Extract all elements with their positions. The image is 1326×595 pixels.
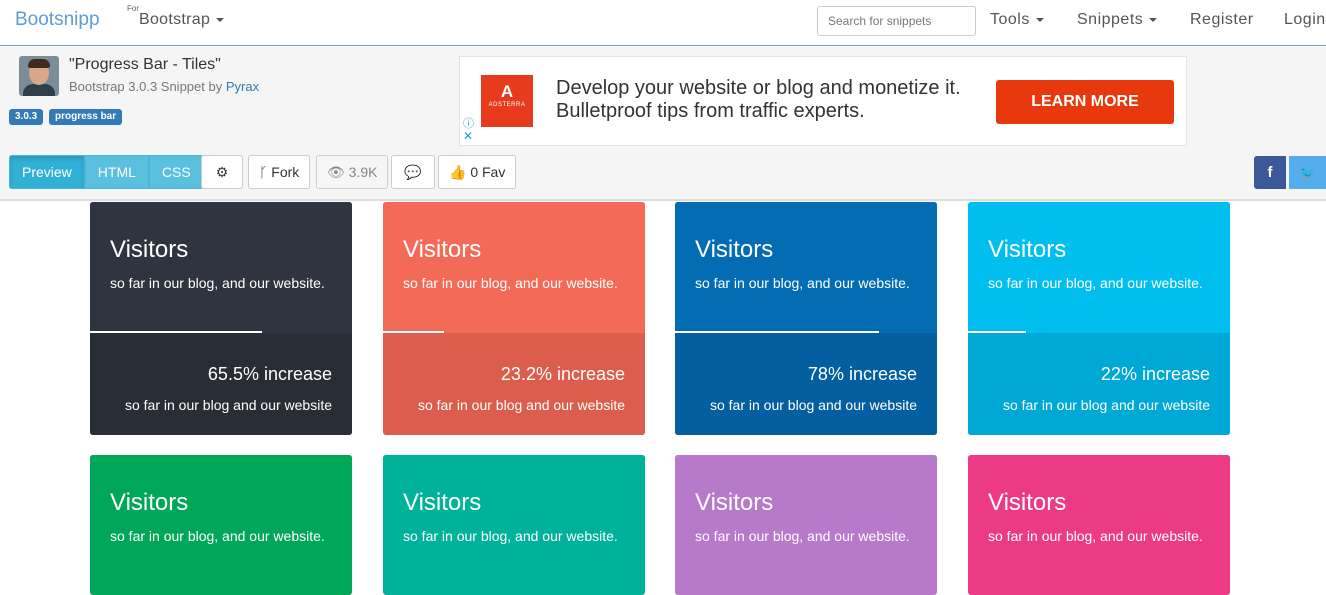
snippet-subtitle: Bootstrap 3.0.3 Snippet by Pyrax: [69, 79, 259, 94]
tile-percent: 65.5% increase: [207, 364, 332, 384]
learn-more-button[interactable]: LEARN MORE: [996, 80, 1174, 124]
tile-title: Visitors: [110, 489, 189, 516]
snippets-dropdown[interactable]: Snippets: [1077, 11, 1158, 29]
tile-footer: so far in our blog and our website: [124, 397, 332, 413]
tile-8: Visitors so far in our blog, and our web…: [968, 455, 1230, 595]
tile-title: Visitors: [695, 236, 774, 263]
register-link[interactable]: Register: [1190, 11, 1254, 29]
tile-top: Visitors so far in our blog, and our web…: [90, 202, 352, 333]
tile-subtitle: so far in our blog, and our website.: [988, 528, 1203, 544]
tools-label: Tools: [990, 11, 1030, 28]
tile-bottom: 65.5% increase so far in our blog and ou…: [90, 333, 352, 435]
ad-logo-brand: ADSTERRA: [488, 102, 526, 108]
caret-down-icon: [216, 17, 225, 22]
tag-progress-bar[interactable]: progress bar: [49, 109, 123, 125]
fav-button[interactable]: 👍 0 Fav: [438, 155, 517, 189]
caret-down-icon: [1149, 17, 1158, 22]
tile-top: Visitors so far in our blog, and our web…: [383, 202, 645, 333]
tile-title: Visitors: [110, 236, 189, 263]
tab-css[interactable]: CSS: [148, 155, 204, 189]
facebook-icon: f: [1267, 164, 1273, 181]
for-label: For: [127, 4, 139, 13]
tile-title: Visitors: [988, 489, 1067, 516]
tile-bottom: 23.2% increase so far in our blog and ou…: [383, 333, 645, 435]
tile-bottom: 78% increase so far in our blog and our …: [675, 333, 937, 435]
fork-button[interactable]: ᚴ Fork: [248, 155, 311, 189]
views-count: 3.9K: [348, 164, 378, 180]
avatar-body: [23, 84, 55, 96]
tile-title: Visitors: [988, 236, 1067, 263]
tile-top: Visitors so far in our blog, and our web…: [968, 202, 1230, 333]
tab-html[interactable]: HTML: [84, 155, 149, 189]
tile-title: Visitors: [695, 489, 774, 516]
login-link[interactable]: Login: [1284, 11, 1326, 29]
tile-top: Visitors so far in our blog, and our web…: [968, 455, 1230, 586]
tile-7: Visitors so far in our blog, and our web…: [675, 455, 937, 595]
ad-logo-letter: A: [500, 82, 514, 101]
tile-footer: so far in our blog and our website: [1002, 397, 1210, 413]
tab-preview[interactable]: Preview: [9, 155, 85, 189]
author-avatar[interactable]: [19, 56, 59, 96]
tile-top: Visitors so far in our blog, and our web…: [383, 455, 645, 586]
ad-banner[interactable]: A ADSTERRA Develop your website or blog …: [459, 56, 1187, 146]
tile-percent: 23.2% increase: [500, 364, 625, 384]
eye-icon: 👁: [327, 164, 345, 180]
tile-top: Visitors so far in our blog, and our web…: [675, 202, 937, 333]
tile-subtitle: so far in our blog, and our website.: [695, 275, 910, 291]
tools-dropdown[interactable]: Tools: [990, 11, 1044, 29]
search-input[interactable]: [817, 6, 976, 36]
tile-subtitle: so far in our blog, and our website.: [403, 275, 618, 291]
tile-percent: 78% increase: [807, 364, 917, 384]
snippet-header: "Progress Bar - Tiles" Bootstrap 3.0.3 S…: [0, 47, 1326, 201]
framework-label: Bootstrap: [139, 11, 211, 28]
thumbs-up-icon: 👍: [449, 164, 467, 180]
snippets-label: Snippets: [1077, 11, 1144, 28]
tile-3: Visitors so far in our blog, and our web…: [675, 202, 937, 435]
tile-subtitle: so far in our blog, and our website.: [110, 528, 325, 544]
settings-button[interactable]: ⚙: [201, 155, 243, 189]
tile-5: Visitors so far in our blog, and our web…: [90, 455, 352, 595]
brand-logo[interactable]: Bootsnipp: [15, 9, 100, 31]
tile-title: Visitors: [403, 489, 482, 516]
tile-title: Visitors: [403, 236, 482, 263]
adsterra-logo: A ADSTERRA: [481, 75, 533, 127]
facebook-share-button[interactable]: f: [1254, 156, 1286, 189]
twitter-share-button[interactable]: 🐦: [1289, 156, 1326, 189]
tile-subtitle: so far in our blog, and our website.: [988, 275, 1203, 291]
top-navbar: Bootsnipp For Bootstrap Tools Snippets R…: [0, 0, 1326, 46]
tile-footer: so far in our blog and our website: [417, 397, 625, 413]
ad-close-icon[interactable]: ✕: [463, 129, 473, 143]
ad-text: Develop your website or blog and monetiz…: [556, 77, 961, 122]
tile-top: Visitors so far in our blog, and our web…: [90, 455, 352, 586]
caret-down-icon: [1035, 17, 1044, 22]
framework-dropdown[interactable]: Bootstrap: [139, 11, 225, 29]
tile-6: Visitors so far in our blog, and our web…: [383, 455, 645, 595]
author-link[interactable]: Pyrax: [226, 79, 259, 94]
tile-subtitle: so far in our blog, and our website.: [403, 528, 618, 544]
gear-icon: ⚙: [215, 164, 229, 180]
fork-icon: ᚴ: [259, 164, 268, 180]
snippet-subtitle-prefix: Bootstrap 3.0.3 Snippet by: [69, 79, 223, 94]
comment-icon: 💬: [404, 164, 422, 180]
views-button[interactable]: 👁 3.9K: [316, 155, 389, 189]
tile-2: Visitors so far in our blog, and our web…: [383, 202, 645, 435]
avatar-hair: [28, 59, 50, 68]
twitter-icon: 🐦: [1298, 164, 1317, 180]
tile-top: Visitors so far in our blog, and our web…: [675, 455, 937, 586]
fork-label: Fork: [271, 164, 300, 180]
tile-footer: so far in our blog and our website: [709, 397, 917, 413]
tag-version[interactable]: 3.0.3: [9, 109, 44, 125]
comment-button[interactable]: 💬: [391, 155, 435, 189]
tile-bottom: 22% increase so far in our blog and our …: [968, 333, 1230, 435]
fav-label: 0 Fav: [470, 164, 506, 180]
tile-subtitle: so far in our blog, and our website.: [695, 528, 910, 544]
view-tabs: Preview HTML CSS: [9, 155, 204, 189]
tile-subtitle: so far in our blog, and our website.: [110, 275, 325, 291]
snippet-title: "Progress Bar - Tiles": [69, 56, 221, 73]
tile-percent: 22% increase: [1100, 364, 1210, 384]
tile-1: Visitors so far in our blog, and our web…: [90, 202, 352, 435]
tile-4: Visitors so far in our blog, and our web…: [968, 202, 1230, 435]
